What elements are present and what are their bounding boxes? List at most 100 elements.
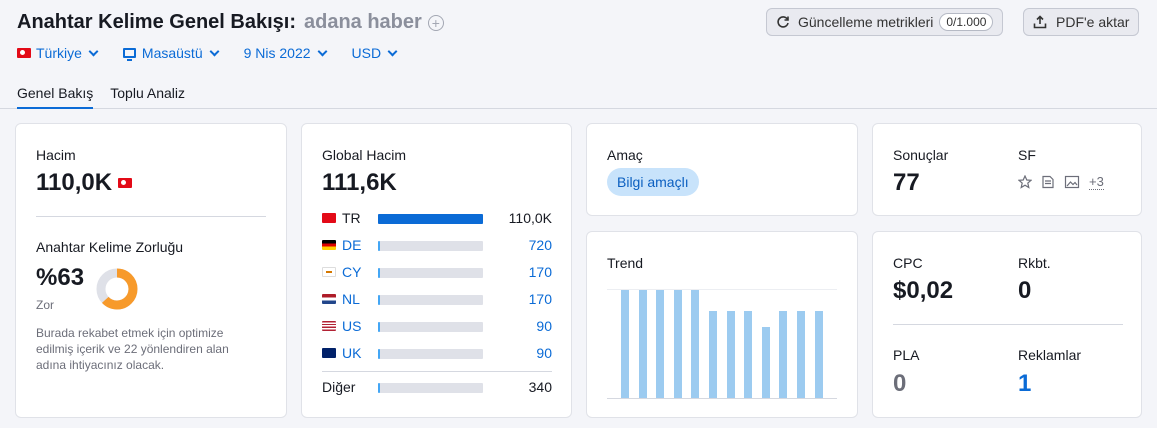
chevron-down-icon (387, 46, 398, 56)
page-header: Anahtar Kelime Genel Bakışı: adana haber… (0, 0, 1157, 109)
country-row: CY 170 (322, 263, 552, 281)
trend-bar[interactable] (761, 326, 770, 398)
trend-chart (621, 289, 831, 398)
export-pdf-button[interactable]: PDF'e aktar (1023, 8, 1140, 36)
trend-bar[interactable] (691, 290, 700, 398)
device-filter[interactable]: Masaüstü (122, 45, 220, 61)
trend-bar[interactable] (638, 290, 647, 398)
intent-label: Amaç (607, 147, 643, 163)
date-filter[interactable]: 9 Nis 2022 (244, 45, 327, 61)
global-volume-card: Global Hacim 111,6K TR 110,0K DE 720 CY 170 NL… (301, 123, 572, 418)
export-pdf-label: PDF'e aktar (1056, 14, 1130, 30)
filter-bar: Türkiye Masaüstü 9 Nis 2022 USD (17, 45, 422, 61)
country-volume-value[interactable]: 90 (536, 318, 552, 334)
update-quota-badge: 0/1.000 (939, 13, 994, 31)
intent-badge[interactable]: Bilgi amaçlı (607, 168, 699, 196)
results-label: Sonuçlar (893, 147, 949, 163)
trend-bar[interactable] (673, 290, 682, 398)
pla-value: 0 (893, 370, 907, 397)
volume-card: Hacim 110,0K Anahtar Kelime Zorluğu %63 … (15, 123, 287, 418)
trend-bar[interactable] (621, 290, 629, 398)
upload-icon (1033, 15, 1047, 29)
country-code[interactable]: CY (342, 264, 372, 280)
country-volume-value[interactable]: 170 (529, 291, 552, 307)
trend-label: Trend (607, 255, 644, 271)
country-volume-value[interactable]: 90 (536, 345, 552, 361)
competition-value: 0 (1018, 277, 1032, 304)
volume-label: Hacim (36, 147, 76, 163)
tab-bar: Genel Bakış Toplu Analiz (17, 85, 202, 109)
currency-filter[interactable]: USD (351, 45, 398, 61)
country-filter-label: Türkiye (36, 45, 82, 61)
serp-features-more[interactable]: +3 (1089, 174, 1104, 190)
trend-baseline (607, 398, 837, 399)
ads-value[interactable]: 1 (1018, 370, 1031, 398)
country-row: US 90 (322, 317, 552, 335)
trend-bar[interactable] (744, 310, 753, 398)
country-row-other: Diğer 340 (322, 378, 552, 396)
turkey-flag-icon (118, 178, 133, 188)
country-share-fill (378, 295, 381, 305)
trend-bar[interactable] (779, 310, 788, 398)
star-icon (1018, 175, 1032, 189)
country-volume-value[interactable]: 170 (529, 264, 552, 280)
difficulty-description: Burada rekabet etmek için optimize edilm… (36, 326, 229, 372)
volume-value-wrap: 110,0K (36, 169, 137, 197)
serp-features: +3 (1018, 174, 1104, 190)
country-share-bar (378, 214, 483, 224)
country-share-fill (378, 349, 381, 359)
trend-card: Trend (586, 231, 858, 418)
country-share-fill (378, 214, 483, 224)
add-keyword-icon[interactable]: + (427, 14, 444, 31)
update-metrics-label: Güncelleme metrikleri (798, 14, 934, 30)
other-share-fill (378, 383, 381, 393)
chevron-down-icon (88, 46, 99, 56)
trend-bar[interactable] (709, 310, 717, 398)
de-flag-icon (322, 240, 336, 250)
trend-bar[interactable] (797, 310, 805, 398)
trend-bar[interactable] (726, 310, 735, 398)
country-code[interactable]: US (342, 318, 372, 334)
country-share-bar (378, 295, 483, 305)
difficulty-label: Anahtar Kelime Zorluğu (36, 239, 184, 255)
cpc-card: CPC $0,02 Rkbt. 0 PLA 0 Reklamlar 1 (872, 231, 1142, 418)
title-text: Anahtar Kelime Genel Bakışı: (17, 11, 296, 33)
ads-label: Reklamlar (1018, 347, 1082, 363)
results-value: 77 (893, 169, 920, 196)
country-filter[interactable]: Türkiye (17, 45, 99, 61)
country-share-bar (378, 349, 483, 359)
intent-card: Amaç Bilgi amaçlı (586, 123, 858, 216)
country-share-bar (378, 241, 483, 251)
sf-label: SF (1018, 147, 1036, 163)
tab-bulk-analysis[interactable]: Toplu Analiz (110, 85, 185, 109)
country-code[interactable]: NL (342, 291, 372, 307)
results-card: Sonuçlar 77 SF +3 (872, 123, 1142, 216)
country-volume-value[interactable]: 720 (529, 237, 552, 253)
country-code: TR (342, 210, 361, 226)
trend-bar[interactable] (814, 310, 823, 398)
country-share-fill (378, 322, 381, 332)
country-code[interactable]: DE (342, 237, 372, 253)
chevron-down-icon (209, 46, 220, 56)
other-share-bar (378, 383, 483, 393)
country-row: UK 90 (322, 344, 552, 362)
divider (893, 324, 1123, 325)
cpc-label: CPC (893, 255, 923, 271)
other-value: 340 (528, 379, 552, 395)
pla-label: PLA (893, 347, 920, 363)
country-code[interactable]: UK (342, 345, 372, 361)
cy-flag-icon (322, 267, 336, 277)
refresh-icon (777, 16, 789, 28)
keyword-text: adana haber (303, 11, 422, 33)
global-volume-label: Global Hacim (322, 147, 407, 163)
currency-filter-label: USD (351, 45, 382, 61)
page-title: Anahtar Kelime Genel Bakışı: adana haber… (17, 11, 444, 34)
turkey-flag-icon (17, 48, 31, 58)
chevron-down-icon (317, 46, 327, 56)
country-share-fill (378, 268, 381, 278)
uk-flag-icon (322, 348, 336, 358)
tab-overview[interactable]: Genel Bakış (17, 85, 94, 109)
update-metrics-button[interactable]: Güncelleme metrikleri 0/1.000 (766, 8, 1004, 36)
difficulty-level: Zor (36, 298, 54, 312)
trend-bar[interactable] (656, 290, 665, 398)
